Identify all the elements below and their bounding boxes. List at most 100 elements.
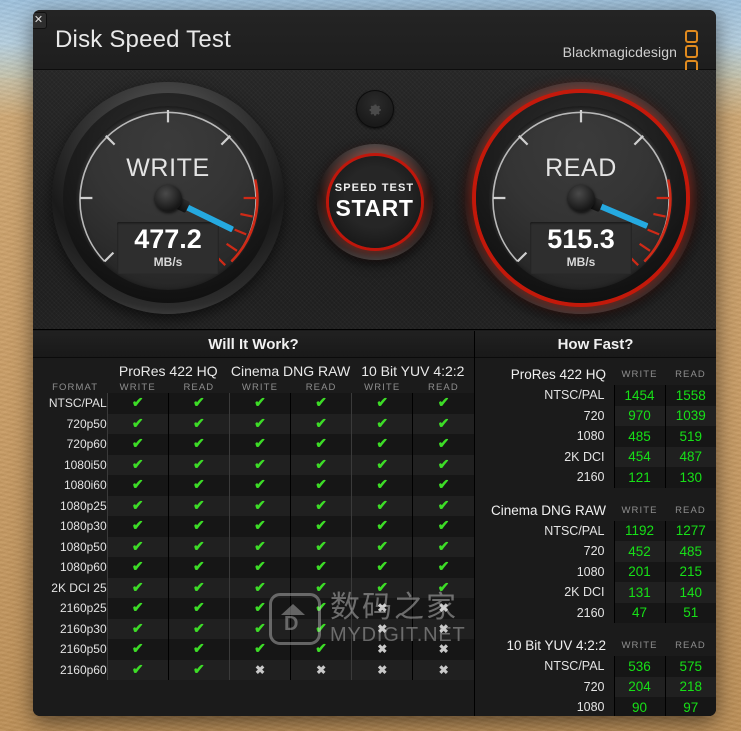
check-icon: ✔	[376, 476, 389, 493]
write-unit: MB/s	[153, 254, 183, 269]
write-speed-value: 121	[613, 467, 665, 488]
support-check-cell: ✔	[351, 413, 413, 434]
support-check-cell: ✔	[106, 598, 169, 619]
support-check-cell: ✔	[228, 475, 291, 496]
group-subhead-write: WRITE	[621, 369, 658, 380]
check-icon: ✔	[376, 537, 389, 554]
blackmagic-squares-icon	[685, 30, 698, 73]
check-icon: ✔	[254, 394, 266, 411]
table-row: 2160p30 ✔ ✔ ✔ ✔ ✖ ✖	[33, 618, 474, 639]
will-it-work-body: NTSC/PAL ✔ ✔ ✔ ✔ ✔ ✔ 720p50 ✔ ✔ ✔ ✔ ✔ ✔ 720p60 ✔ ✔ ✔ ✔ ✔ ✔ 10…	[33, 393, 474, 680]
table-row: 1080i50 ✔ ✔ ✔ ✔ ✔ ✔	[33, 454, 474, 475]
format-label: 720	[583, 408, 605, 423]
format-label: 1080	[576, 700, 605, 715]
table-row: 1080 90 97	[475, 697, 716, 716]
read-gauge-label: READ	[545, 154, 617, 182]
format-label: 2160p25	[59, 601, 107, 616]
group-name: 10 Bit YUV 4:2:2	[506, 638, 606, 653]
cross-icon: ✖	[438, 642, 449, 657]
support-check-cell: ✔	[228, 454, 291, 475]
page-title: Disk Speed Test	[55, 26, 231, 53]
support-check-cell: ✔	[106, 557, 169, 578]
support-check-cell: ✔	[412, 577, 474, 598]
support-check-cell: ✔	[351, 393, 413, 414]
check-icon: ✔	[315, 455, 327, 472]
read-speed-value: 140	[664, 582, 716, 603]
support-check-cell: ✔	[290, 475, 352, 496]
check-icon: ✔	[131, 558, 144, 575]
subhead-yuv-read: READ	[427, 382, 459, 393]
check-icon: ✔	[131, 517, 144, 534]
support-check-cell: ✔	[351, 434, 413, 455]
write-speed-value: 454	[613, 446, 665, 467]
support-check-cell: ✔	[106, 413, 169, 434]
check-icon: ✔	[437, 517, 450, 534]
close-button[interactable]: ✕	[33, 12, 47, 29]
support-check-cell: ✔	[351, 475, 413, 496]
support-check-cell: ✔	[167, 475, 230, 496]
check-icon: ✔	[192, 660, 205, 677]
check-icon: ✔	[131, 394, 144, 411]
check-icon: ✔	[254, 599, 266, 616]
format-label: NTSC/PAL	[48, 396, 107, 411]
check-icon: ✔	[437, 537, 450, 554]
support-check-cell: ✔	[106, 495, 169, 516]
support-check-cell: ✔	[351, 557, 413, 578]
support-check-cell: ✔	[106, 659, 169, 680]
check-icon: ✔	[437, 476, 450, 493]
write-readout: 477.2 MB/s	[117, 222, 219, 274]
speed-test-start-button[interactable]: SPEED TEST START	[316, 144, 433, 260]
check-icon: ✔	[315, 414, 327, 431]
check-icon: ✔	[376, 414, 389, 431]
support-check-cell: ✔	[351, 495, 413, 516]
check-icon: ✔	[131, 537, 144, 554]
check-icon: ✔	[376, 558, 389, 575]
check-icon: ✔	[376, 455, 389, 472]
support-check-cell: ✔	[106, 393, 169, 414]
format-label: 1080p60	[59, 560, 107, 575]
support-check-cell: ✔	[106, 618, 169, 639]
codec-header-row: ProRes 422 HQ Cinema DNG RAW 10 Bit YUV …	[33, 360, 474, 382]
table-row: 1080 485 519	[475, 426, 716, 447]
check-icon: ✔	[254, 435, 266, 452]
format-header-spacer	[33, 360, 107, 382]
table-row: 2160 47 51	[475, 602, 716, 623]
support-check-cell: ✔	[228, 434, 291, 455]
how-fast-group-header: ProRes 422 HQ WRITE READ	[475, 358, 716, 385]
format-label: 1080p25	[59, 498, 107, 513]
group-subhead-write: WRITE	[621, 640, 658, 651]
write-speed-value: 201	[613, 561, 665, 582]
read-readout: 515.3 MB/s	[530, 222, 632, 274]
check-icon: ✔	[131, 660, 144, 677]
table-row: NTSC/PAL 1192 1277	[475, 520, 716, 541]
format-label: 2K DCI 25	[51, 580, 107, 595]
support-cross-cell: ✖	[351, 618, 413, 639]
how-fast-group-header: 10 Bit YUV 4:2:2 WRITE READ	[475, 629, 716, 656]
check-icon: ✔	[192, 476, 205, 493]
check-icon: ✔	[192, 414, 205, 431]
support-check-cell: ✔	[167, 536, 230, 557]
support-check-cell: ✔	[412, 495, 474, 516]
check-icon: ✔	[192, 394, 205, 411]
check-icon: ✔	[437, 496, 450, 513]
table-row: 2K DCI 25 ✔ ✔ ✔ ✔ ✔ ✔	[33, 577, 474, 598]
check-icon: ✔	[315, 640, 327, 657]
table-row: 1080p50 ✔ ✔ ✔ ✔ ✔ ✔	[33, 536, 474, 557]
disk-speed-test-window: ✕ Disk Speed Test Blackmagicdesign WRITE…	[33, 10, 716, 716]
check-icon: ✔	[131, 578, 144, 595]
check-icon: ✔	[315, 496, 327, 513]
check-icon: ✔	[315, 619, 327, 636]
support-check-cell: ✔	[290, 393, 352, 414]
codec-header-dng: Cinema DNG RAW	[230, 363, 351, 379]
format-label: 720	[583, 544, 605, 559]
check-icon: ✔	[131, 496, 144, 513]
support-check-cell: ✔	[228, 618, 291, 639]
support-check-cell: ✔	[167, 434, 230, 455]
support-check-cell: ✔	[290, 577, 352, 598]
check-icon: ✔	[192, 640, 205, 657]
support-check-cell: ✔	[167, 557, 230, 578]
format-label: 2160p30	[59, 621, 107, 636]
support-check-cell: ✔	[351, 454, 413, 475]
settings-button[interactable]	[355, 90, 394, 128]
check-icon: ✔	[254, 476, 266, 493]
